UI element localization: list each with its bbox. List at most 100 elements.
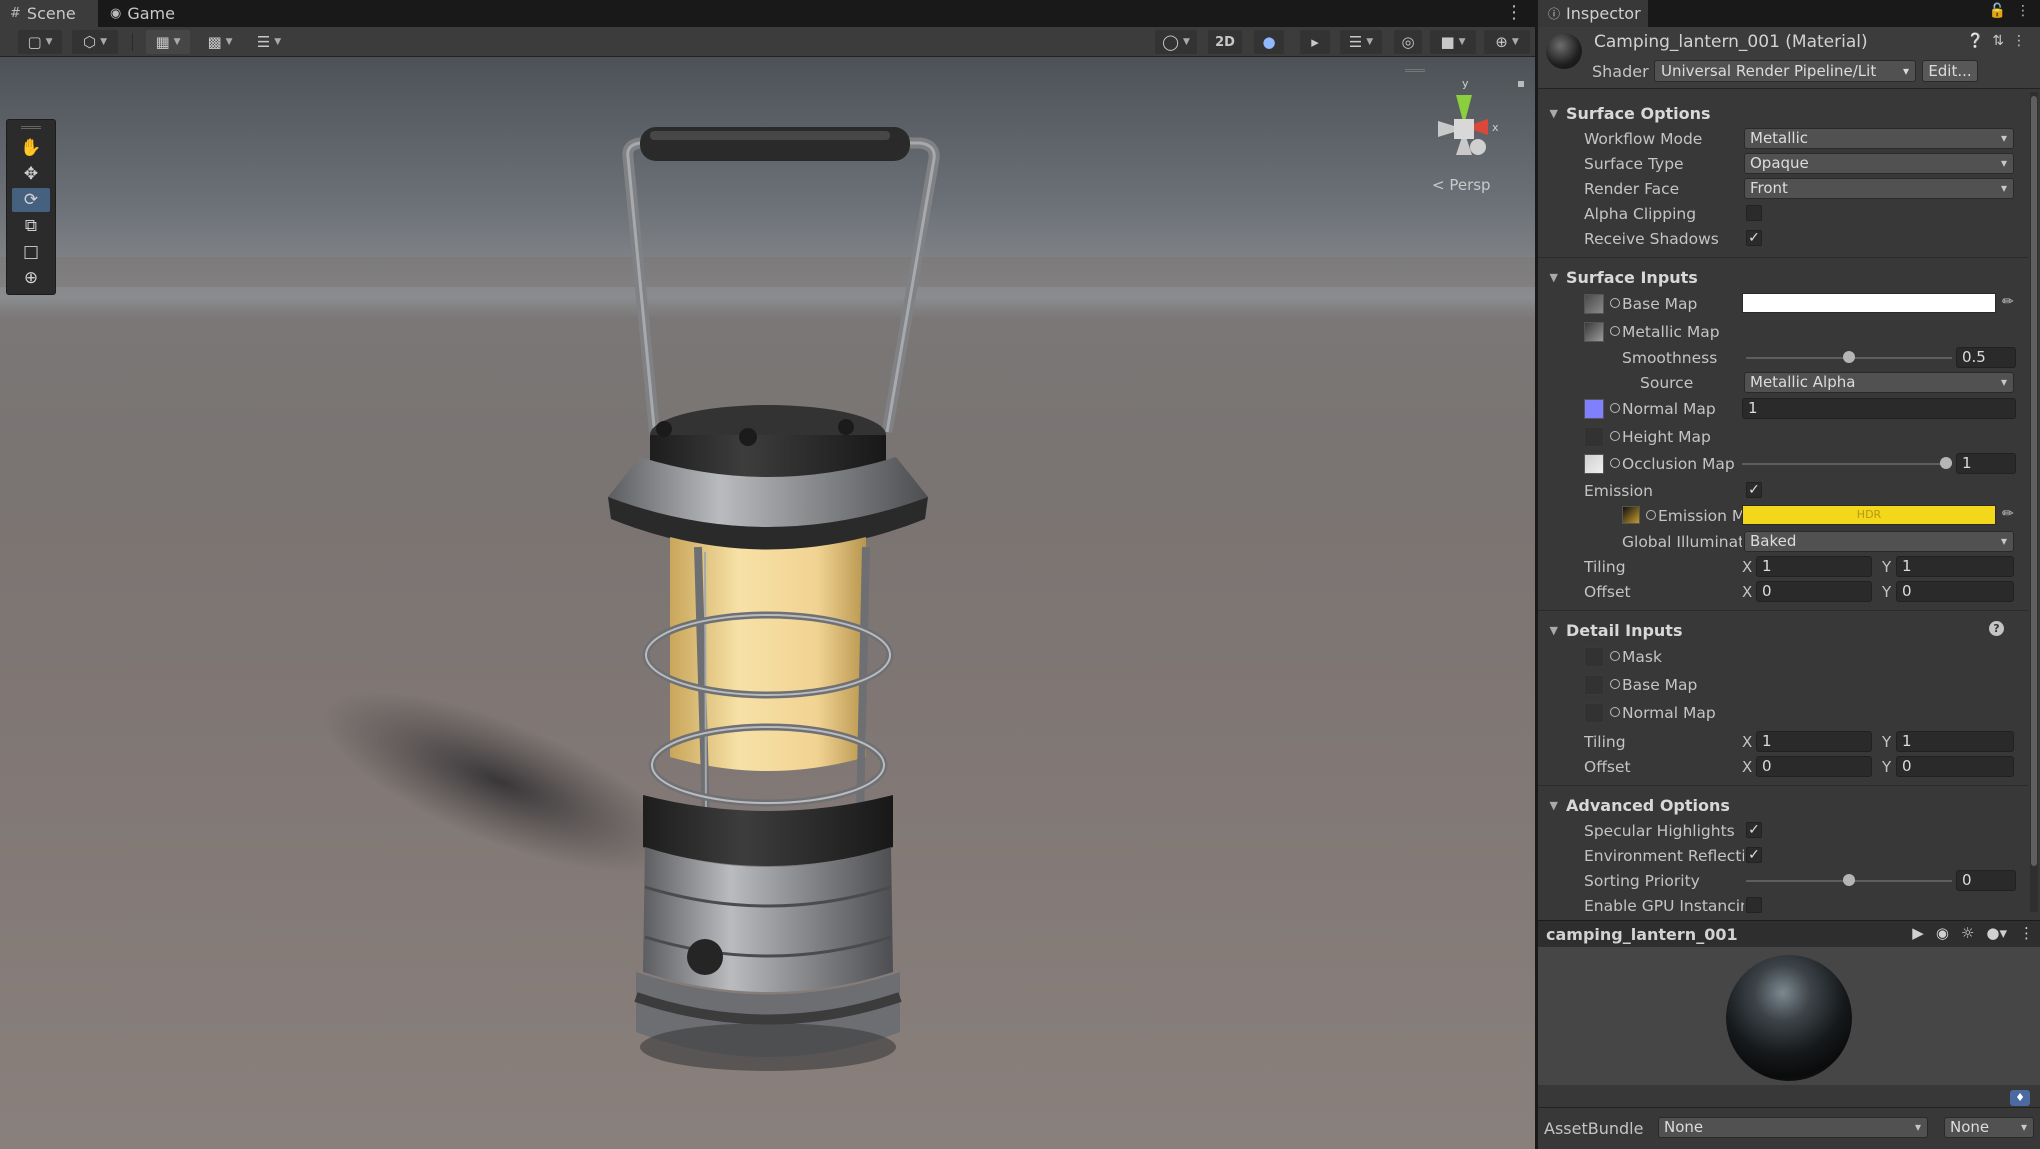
- metallic-map-texture-slot[interactable]: [1584, 322, 1604, 342]
- draw-mode-dropdown[interactable]: ▢ ▼: [18, 30, 62, 54]
- normal-map-strength-field[interactable]: 1: [1742, 398, 2016, 419]
- sorting-priority-slider-knob[interactable]: [1843, 874, 1855, 886]
- kebab-menu-icon[interactable]: ⋮: [2019, 924, 2034, 942]
- tab-inspector[interactable]: ⓘ Inspector: [1538, 0, 1648, 27]
- offset-y-field[interactable]: 0: [1896, 581, 2014, 602]
- help-icon[interactable]: ?: [1989, 621, 2004, 636]
- alpha-clipping-checkbox[interactable]: [1746, 205, 1762, 221]
- preview-shape-dropdown-icon[interactable]: ●▾: [1986, 924, 2007, 942]
- eyedropper-icon[interactable]: ✏: [2002, 506, 2014, 522]
- advanced-options-header[interactable]: ▼ Advanced Options: [1538, 794, 2028, 816]
- eyedropper-icon[interactable]: ✏: [2002, 294, 2014, 310]
- object-picker-icon[interactable]: [1610, 326, 1620, 336]
- assetbundle-name-dropdown[interactable]: None: [1658, 1117, 1928, 1138]
- gizmos-dropdown[interactable]: ⊕ ▼: [1484, 30, 1530, 54]
- tool-rail-grip[interactable]: [21, 126, 41, 129]
- base-map-texture-slot[interactable]: [1584, 294, 1604, 314]
- detail-inputs-header[interactable]: ▼ Detail Inputs ?: [1538, 619, 2028, 641]
- incremental-snap-toggle[interactable]: ▩ ▼: [198, 30, 242, 54]
- emission-checkbox[interactable]: ✓: [1746, 482, 1762, 498]
- object-picker-icon[interactable]: [1610, 458, 1620, 468]
- material-preview-area[interactable]: [1538, 947, 2040, 1085]
- lighting-toggle-button[interactable]: ●: [1254, 30, 1284, 54]
- kebab-menu-icon[interactable]: ⋮: [1505, 2, 1523, 23]
- scrollbar-thumb[interactable]: [2031, 96, 2037, 866]
- occlusion-slider-track[interactable]: [1742, 463, 1952, 465]
- detail-base-map-texture-slot[interactable]: [1584, 675, 1604, 695]
- receive-shadows-checkbox[interactable]: ✓: [1746, 230, 1762, 246]
- detail-tiling-x-field[interactable]: 1: [1756, 731, 1872, 752]
- detail-mask-texture-slot[interactable]: [1584, 647, 1604, 667]
- tiling-x-field[interactable]: 1: [1756, 556, 1872, 577]
- workflow-mode-dropdown[interactable]: Metallic: [1744, 128, 2014, 149]
- tab-game[interactable]: ◉ Game: [100, 0, 180, 27]
- foldout-expanded-icon: ▼: [1549, 106, 1558, 120]
- normal-map-texture-slot[interactable]: [1584, 399, 1604, 419]
- shading-mode-dropdown[interactable]: ◯ ▼: [1155, 30, 1197, 54]
- source-dropdown[interactable]: Metallic Alpha: [1744, 372, 2014, 393]
- kebab-menu-icon[interactable]: ⋮: [2012, 33, 2026, 49]
- kebab-menu-icon[interactable]: ⋮: [2016, 3, 2030, 19]
- base-map-color-field[interactable]: [1742, 293, 1996, 313]
- assetbundle-variant-dropdown[interactable]: None: [1944, 1117, 2034, 1138]
- tiling-y-field[interactable]: 1: [1896, 556, 2014, 577]
- asset-label-tag-icon[interactable]: ♦: [2010, 1090, 2030, 1106]
- smoothness-value-field[interactable]: 0.5: [1956, 347, 2016, 368]
- scene-visibility-toggle[interactable]: ◎: [1394, 30, 1422, 54]
- lock-icon[interactable]: 🔓: [1989, 3, 2006, 19]
- occlusion-value-field[interactable]: 1: [1956, 453, 2016, 474]
- occlusion-map-texture-slot[interactable]: [1584, 454, 1604, 474]
- surface-options-header[interactable]: ▼ Surface Options: [1538, 102, 2028, 124]
- presets-icon[interactable]: ⇅: [1992, 33, 2004, 49]
- tab-scene[interactable]: # Scene: [0, 0, 98, 27]
- move-tool[interactable]: ✥: [12, 162, 50, 186]
- sphere-mesh-icon[interactable]: ◉: [1936, 924, 1949, 942]
- help-icon[interactable]: ❔: [1967, 33, 1984, 49]
- detail-normal-map-texture-slot[interactable]: [1584, 703, 1604, 723]
- global-illumination-dropdown[interactable]: Baked: [1744, 531, 2014, 552]
- perspective-label[interactable]: < Persp: [1432, 176, 1491, 194]
- object-picker-icon[interactable]: [1610, 707, 1620, 717]
- object-picker-icon[interactable]: [1646, 510, 1656, 520]
- gpu-instancing-checkbox[interactable]: [1746, 897, 1762, 913]
- scene-viewport[interactable]: ✋ ✥ ⟳ ⧉ □ ⊕ y x < Persp: [0, 57, 1535, 1149]
- transform-tool[interactable]: ⊕: [12, 266, 50, 290]
- light-toggle-icon[interactable]: ☼: [1961, 924, 1974, 942]
- rotate-tool[interactable]: ⟳: [12, 188, 50, 212]
- effects-dropdown[interactable]: ☰ ▼: [1340, 30, 1382, 54]
- 2d-toggle-button[interactable]: 2D: [1208, 30, 1242, 54]
- height-map-texture-slot[interactable]: [1584, 427, 1604, 447]
- detail-tiling-y-field[interactable]: 1: [1896, 731, 2014, 752]
- audio-toggle-button[interactable]: ▸: [1300, 30, 1330, 54]
- object-picker-icon[interactable]: [1610, 431, 1620, 441]
- render-mode-dropdown[interactable]: ⬡ ▼: [72, 30, 118, 54]
- emission-map-texture-slot[interactable]: [1622, 506, 1640, 524]
- object-picker-icon[interactable]: [1610, 403, 1620, 413]
- environment-reflections-checkbox[interactable]: ✓: [1746, 847, 1762, 863]
- offset-x-field[interactable]: 0: [1756, 581, 1872, 602]
- rect-tool[interactable]: □: [12, 240, 50, 264]
- scene-camera-dropdown[interactable]: ■ ▼: [1430, 30, 1476, 54]
- ruler-dropdown[interactable]: ☰ ▼: [248, 30, 290, 54]
- scale-tool[interactable]: ⧉: [12, 214, 50, 238]
- preview-header[interactable]: camping_lantern_001 ▶ ◉ ☼ ●▾ ⋮: [1538, 920, 2040, 947]
- surface-inputs-header[interactable]: ▼ Surface Inputs: [1538, 266, 2028, 288]
- emission-hdr-color-field[interactable]: HDR: [1742, 505, 1996, 525]
- shader-dropdown[interactable]: Universal Render Pipeline/Lit ▾: [1654, 60, 1916, 82]
- smoothness-slider-knob[interactable]: [1843, 351, 1855, 363]
- play-icon[interactable]: ▶: [1912, 924, 1924, 942]
- render-face-dropdown[interactable]: Front: [1744, 178, 2014, 199]
- edit-shader-button[interactable]: Edit...: [1922, 60, 1978, 82]
- detail-offset-y-field[interactable]: 0: [1896, 756, 2014, 777]
- detail-offset-x-field[interactable]: 0: [1756, 756, 1872, 777]
- object-picker-icon[interactable]: [1610, 679, 1620, 689]
- specular-highlights-checkbox[interactable]: ✓: [1746, 822, 1762, 838]
- sorting-priority-field[interactable]: 0: [1956, 870, 2016, 891]
- occlusion-slider-knob[interactable]: [1940, 457, 1952, 469]
- inspector-scrollbar[interactable]: [2030, 92, 2038, 912]
- hand-tool[interactable]: ✋: [12, 136, 50, 160]
- surface-type-dropdown[interactable]: Opaque: [1744, 153, 2014, 174]
- grid-snap-toggle[interactable]: ▦ ▼: [146, 30, 190, 54]
- object-picker-icon[interactable]: [1610, 298, 1620, 308]
- object-picker-icon[interactable]: [1610, 651, 1620, 661]
